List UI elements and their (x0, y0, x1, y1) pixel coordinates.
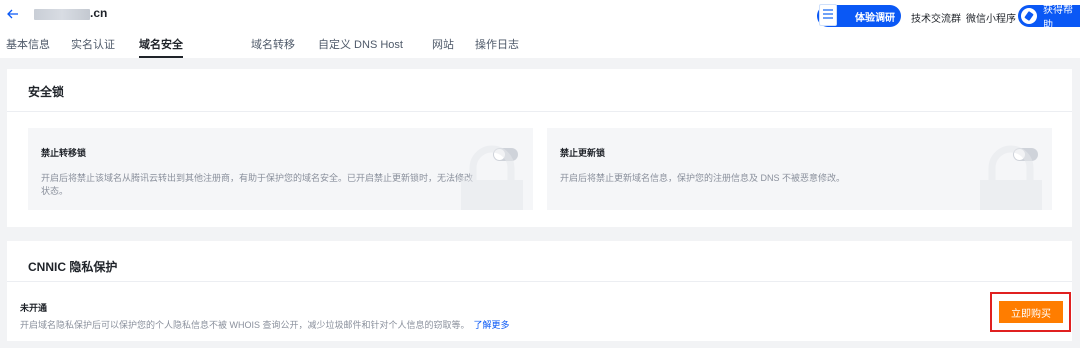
help-button[interactable]: 获得帮助 (1018, 5, 1080, 31)
transfer-lock-desc-line1: 开启后将禁止该域名从腾讯云转出到其他注册商，有助于保护您的域名安全。已开启禁止更… (41, 173, 474, 183)
privacy-desc-text: 开启域名隐私保护后可以保护您的个人隐私信息不被 WHOIS 查询公开，减少垃圾邮… (20, 320, 470, 330)
divider (7, 111, 1072, 112)
compass-icon (1021, 8, 1037, 24)
security-lock-card: 安全锁 禁止转移锁 开启后将禁止该域名从腾讯云转出到其他注册商，有助于保护您的域… (7, 69, 1072, 227)
survey-button[interactable]: 体验调研 (817, 4, 901, 27)
transfer-lock-title: 禁止转移锁 (41, 148, 87, 158)
tab-operation-log[interactable]: 操作日志 (475, 36, 535, 58)
buy-now-button[interactable]: 立即购买 (999, 301, 1063, 323)
back-arrow-icon[interactable] (6, 7, 20, 21)
update-lock-desc-line1: 开启后将禁止更新域名信息，保护您的注册信息及 DNS 不被恶意修改。 (560, 173, 846, 183)
security-lock-title: 安全锁 (28, 85, 65, 99)
privacy-protection-card: CNNIC 隐私保护 未开通 开启域名隐私保护后可以保护您的个人隐私信息不被 W… (7, 241, 1072, 341)
transfer-lock-panel: 禁止转移锁 开启后将禁止该域名从腾讯云转出到其他注册商，有助于保护您的域名安全。… (28, 128, 533, 210)
domain-suffix: .cn (90, 6, 108, 20)
tab-bar: 基本信息 实名认证 域名安全 域名转移 自定义 DNS Host 网站 操作日志 (6, 36, 535, 58)
survey-label: 体验调研 (855, 12, 895, 24)
document-icon (819, 4, 837, 26)
lock-icon (980, 145, 1042, 210)
domain-name-redacted (34, 9, 90, 20)
learn-more-link[interactable]: 了解更多 (474, 320, 510, 330)
lock-icon (461, 145, 523, 210)
transfer-lock-desc: 开启后将禁止该域名从腾讯云转出到其他注册商，有助于保护您的域名安全。已开启禁止更… (41, 172, 473, 198)
tab-website[interactable]: 网站 (432, 36, 475, 58)
help-label: 获得帮助 (1043, 5, 1073, 31)
top-header: .cn 体验调研 技术交流群 微信小程序 获得帮助 基本信息 实名认证 域名安全… (0, 0, 1080, 58)
privacy-desc: 开启域名隐私保护后可以保护您的个人隐私信息不被 WHOIS 查询公开，减少垃圾邮… (20, 318, 510, 331)
privacy-status: 未开通 (20, 303, 48, 313)
privacy-title: CNNIC 隐私保护 (28, 260, 118, 274)
transfer-lock-desc-line2: 状态。 (41, 186, 69, 196)
wechat-miniprogram-link[interactable]: 微信小程序 (966, 10, 1016, 25)
divider (7, 281, 1072, 282)
update-lock-panel: 禁止更新锁 开启后将禁止更新域名信息，保护您的注册信息及 DNS 不被恶意修改。 (547, 128, 1052, 210)
tab-domain-security[interactable]: 域名安全 (139, 36, 183, 58)
tech-group-link[interactable]: 技术交流群 (911, 10, 961, 25)
tab-basic-info[interactable]: 基本信息 (6, 36, 71, 58)
update-lock-title: 禁止更新锁 (560, 148, 606, 158)
tab-domain-transfer[interactable]: 域名转移 (251, 36, 318, 58)
update-lock-desc: 开启后将禁止更新域名信息，保护您的注册信息及 DNS 不被恶意修改。 (560, 172, 845, 185)
tab-custom-dns-host[interactable]: 自定义 DNS Host (318, 36, 432, 58)
tab-real-name[interactable]: 实名认证 (71, 36, 139, 58)
